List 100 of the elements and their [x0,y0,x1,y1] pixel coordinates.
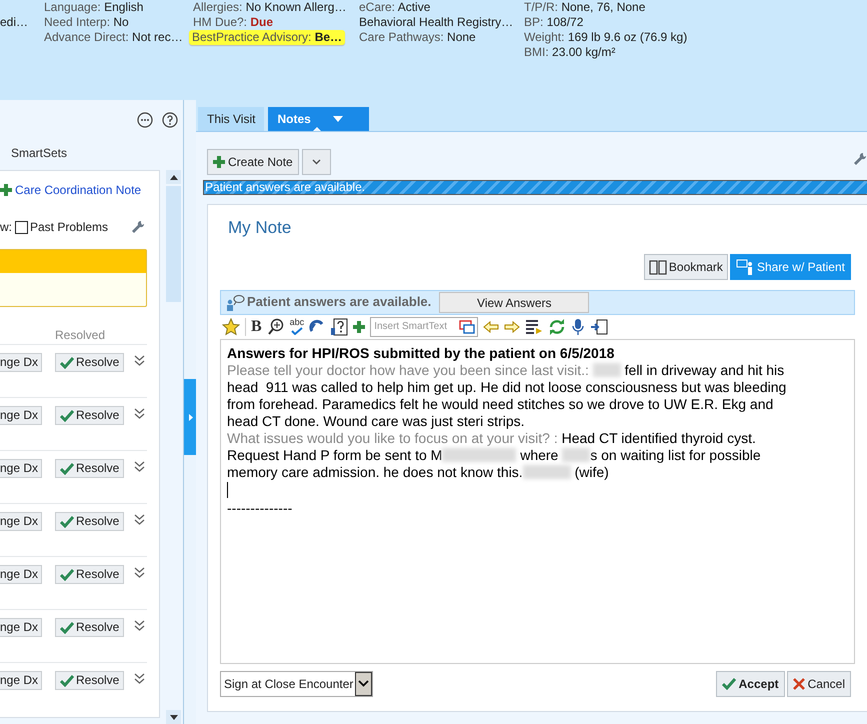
resolve-button[interactable]: Resolve [55,459,124,478]
header-field: edi… [0,15,28,30]
zoom-in-icon[interactable] [266,318,285,336]
header-field: Advance Direct: Not rec… [44,30,183,45]
check-icon [290,327,303,335]
scrollbar[interactable] [166,170,181,724]
change-dx-button[interactable]: nge Dx [0,353,42,372]
header-field: HM Due?: Due [193,15,274,30]
note-heading: Answers for HPI/ROS submitted by the patient on 6/5/2018 [227,344,616,362]
scroll-up-icon[interactable] [170,174,178,180]
resolve-button[interactable]: Resolve [55,618,124,637]
help-icon[interactable] [162,112,178,128]
plus-icon [0,184,12,196]
document-question-icon[interactable] [330,318,348,336]
expand-icon[interactable] [134,514,145,525]
change-dx-button[interactable]: nge Dx [0,459,42,478]
header-field: Behavioral Health Registry… [359,15,514,30]
note-title: My Note [228,217,292,239]
spell-check-button[interactable]: abc [290,318,304,335]
filter-label: w: [0,219,12,236]
resolve-button[interactable]: Resolve [55,512,124,531]
undo-icon[interactable] [309,318,326,334]
change-dx-button[interactable]: nge Dx [0,671,42,690]
column-header: Resolved [55,327,106,344]
header-field: Need Interp: No [44,15,129,30]
status-banner: Patient answers are available. [203,180,867,195]
sign-select[interactable]: Sign at Close Encounter [220,670,374,696]
separator-text: -------------- [227,500,294,516]
check-icon [60,462,74,474]
header-field: BP: 108/72 [524,15,584,30]
expand-icon[interactable] [134,408,145,419]
answer-paragraph: What issues would you like to focus on at your visit? : Head CT identified thyroid cyst. Request Hand P form be sent to M where s on waiting list for possible memory care admission. he does not know this. (wife) [227,430,762,480]
microphone-icon[interactable] [571,318,586,336]
check-icon [722,678,736,690]
header-field: Language: English [44,0,144,15]
view-answers-button[interactable]: View Answers [439,292,590,312]
expand-icon[interactable] [134,567,145,578]
resolve-button[interactable]: Resolve [55,565,124,584]
scroll-thumb[interactable] [166,186,181,302]
accept-button[interactable]: Accept [716,670,785,696]
header-field: BMI: 23.00 kg/m² [524,45,616,60]
check-icon [60,356,74,368]
tab[interactable]: Notes [268,107,370,131]
header-field: BestPractice Advisory: Be… [189,30,346,45]
arrow-left-icon[interactable] [483,320,500,332]
refresh-icon[interactable] [548,318,566,336]
expand-icon[interactable] [134,355,145,366]
import-icon[interactable] [590,318,608,334]
checkbox-label: Past Problems [30,219,108,236]
header-field: eCare: Active [359,0,430,15]
cancel-button[interactable]: Cancel [786,670,851,696]
header-field: Weight: 169 lb 9.6 oz (76.9 kg) [524,30,688,45]
resolve-button[interactable]: Resolve [55,671,124,690]
star-icon[interactable] [222,318,240,336]
expand-icon[interactable] [134,673,145,684]
arrow-right-icon[interactable] [504,320,520,332]
resolve-button[interactable]: Resolve [55,353,124,372]
person-screen-icon [736,258,754,274]
splitter-handle[interactable] [184,379,197,455]
change-dx-button[interactable]: nge Dx [0,565,42,584]
add-icon [353,320,366,332]
expand-arrow-icon [188,414,192,420]
add-note-link[interactable]: Care Coordination Note [15,181,142,199]
tab[interactable]: This Visit [198,107,264,131]
more-icon[interactable] [137,112,153,128]
chevron-down-icon [312,159,321,165]
plus-icon [213,156,225,168]
header-field: Care Pathways: None [359,30,476,45]
resolve-button[interactable]: Resolve [55,406,124,425]
answers-message: Patient answers are available. [247,293,432,312]
book-icon [648,258,667,274]
list-arrow-icon[interactable] [525,318,544,334]
dropdown-caret-icon[interactable] [332,116,343,122]
change-dx-button[interactable]: nge Dx [0,406,42,425]
check-icon [60,516,74,528]
wrench-icon[interactable] [853,152,867,166]
answer-paragraph: Please tell your doctor how have you been since last visit.: fell in driveway and hit his head 911 was called to help him get up. He did not loose consciousness but was bleeding from forehead. Paramedics felt he would need stitches so we drove to UW E.R. Ekg and head CT done. Wound care was just steri strips. [227,362,788,430]
wrench-icon[interactable] [131,220,145,234]
check-icon [60,410,74,422]
header-field: Allergies: No Known Allerg… [193,0,346,15]
section-title: SmartSets [10,145,68,162]
change-dx-button[interactable]: nge Dx [0,618,42,637]
check-icon [60,568,74,580]
expand-icon[interactable] [134,461,145,472]
check-icon [60,674,74,686]
header-field: T/P/R: None, 76, None [524,0,646,15]
bold-button[interactable]: B [251,318,262,334]
create-note-button[interactable]: Create Note [207,149,299,175]
close-icon [792,678,805,690]
change-dx-button[interactable]: nge Dx [0,512,42,531]
windows-icon [459,320,476,334]
check-icon [60,622,74,634]
scroll-down-icon[interactable] [170,714,178,720]
expand-icon[interactable] [134,620,145,631]
chevron-down-icon [358,680,370,687]
person-speech-icon [225,293,245,311]
bookmark-button[interactable]: Bookmark [644,254,728,280]
note-editor[interactable] [220,338,855,664]
text-cursor [227,482,228,498]
past-problems-checkbox[interactable] [15,220,28,234]
